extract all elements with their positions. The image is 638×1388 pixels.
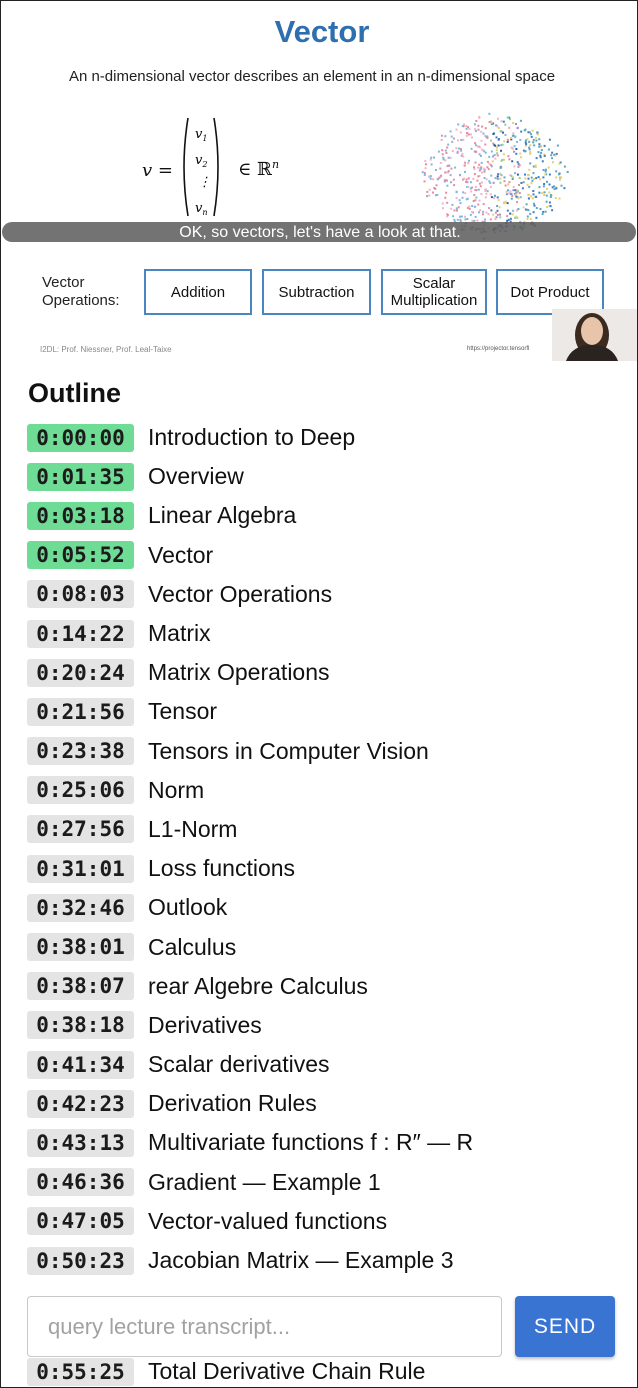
timestamp-button[interactable]: 0:25:06 — [27, 776, 134, 805]
outline-topic: Tensors in Computer Vision — [148, 737, 429, 764]
outline-item[interactable]: 0:03:18 Linear Algebra — [27, 496, 627, 535]
timestamp-button[interactable]: 0:55:25 — [27, 1357, 134, 1386]
formula-lhs: v = — [142, 160, 173, 181]
timestamp-button[interactable]: 0:42:23 — [27, 1089, 134, 1118]
outline-item[interactable]: 0:25:06 Norm — [27, 771, 627, 810]
outline-topic: Tensor — [148, 698, 218, 725]
vector-entry-2: v2 — [195, 153, 207, 169]
outline-topic: Linear Algebra — [148, 502, 297, 529]
timestamp-button[interactable]: 0:31:01 — [27, 854, 134, 883]
transcript-query-input[interactable] — [27, 1296, 502, 1357]
speaker-avatar-icon — [552, 309, 638, 361]
outline-topic: Scalar derivatives — [148, 1051, 330, 1078]
outline-topic: Matrix Operations — [148, 659, 330, 686]
outline-topic: Vector Operations — [148, 580, 333, 607]
lecture-video-player[interactable]: Vector An n-dimensional vector describes… — [2, 0, 638, 362]
outline-topic: Loss functions — [148, 855, 296, 882]
outline-topic: rear Algebre Calculus — [148, 972, 368, 999]
outline-topic: Total Derivative Chain Rule — [148, 1358, 426, 1384]
vector-bracket: v1 v2 ⋮ vn — [183, 117, 219, 217]
outline-topic: Gradient — Example 1 — [148, 1168, 381, 1195]
timestamp-button[interactable]: 0:43:13 — [27, 1128, 134, 1157]
outline-topic: Derivatives — [148, 1011, 262, 1038]
outline-topic: Norm — [148, 776, 205, 803]
vector-entry-ellipsis: ⋮ — [198, 175, 211, 190]
outline-topic: Vector — [148, 541, 214, 568]
slide-subtitle: An n-dimensional vector describes an ele… — [68, 68, 556, 85]
timestamp-button[interactable]: 0:05:52 — [27, 541, 134, 570]
outline-topic: Derivation Rules — [148, 1090, 317, 1117]
timestamp-button[interactable]: 0:41:34 — [27, 1050, 134, 1079]
outline-item[interactable]: 0:47:05 Vector-valued functions — [27, 1202, 627, 1241]
timestamp-button[interactable]: 0:38:01 — [27, 933, 134, 962]
outline-topic: Outlook — [148, 894, 228, 921]
timestamp-button[interactable]: 0:38:18 — [27, 1011, 134, 1040]
timestamp-button[interactable]: 0:01:35 — [27, 462, 134, 491]
vector-entry-n: vn — [195, 201, 208, 217]
formula-rhs: ∈ ℝn — [238, 158, 280, 180]
outline-item[interactable]: 0:14:22 Matrix — [27, 614, 627, 653]
slide-credit: I2DL: Prof. Niessner, Prof. Leal-Taixe — [40, 345, 172, 354]
outline-topic: Matrix — [148, 620, 211, 647]
outline-topic: Introduction to Deep — [148, 424, 356, 451]
vector-entry-1: v1 — [195, 127, 207, 143]
outline-item[interactable]: 0:38:01 Calculus — [27, 927, 627, 966]
outline-item[interactable]: 0:41:34 Scalar derivatives — [27, 1045, 627, 1084]
timestamp-button[interactable]: 0:08:03 — [27, 580, 134, 609]
outline-item[interactable]: 0:38:18 Derivatives — [27, 1006, 627, 1045]
timestamp-button[interactable]: 0:46:36 — [27, 1168, 134, 1197]
outline-item[interactable]: 0:27:56 L1-Norm — [27, 810, 627, 849]
outline-topic: Vector-valued functions — [148, 1207, 388, 1234]
outline-item[interactable]: 0:05:52 Vector — [27, 536, 627, 575]
timestamp-button[interactable]: 0:32:46 — [27, 893, 134, 922]
slide-title: Vector — [274, 14, 370, 49]
outline-item[interactable]: 0:38:07 rear Algebre Calculus — [27, 967, 627, 1006]
query-bar: SEND — [0, 1286, 638, 1358]
caption-text: OK, so vectors, let's have a look at tha… — [179, 224, 461, 241]
outline-item[interactable]: 0:01:35 Overview — [27, 457, 627, 496]
outline-item[interactable]: 0:43:13 Multivariate functions f : R″ — R — [27, 1123, 627, 1162]
outline-topic: Jacobian Matrix — Example 3 — [148, 1247, 454, 1274]
slide-url: https://projector.tensorfl — [467, 346, 530, 352]
operation-subtraction: Subtraction — [262, 269, 371, 315]
timestamp-button[interactable]: 0:27:56 — [27, 815, 134, 844]
outline-item[interactable]: 0:46:36 Gradient — Example 1 — [27, 1163, 627, 1202]
timestamp-button[interactable]: 0:50:23 — [27, 1246, 134, 1275]
timestamp-button[interactable]: 0:20:24 — [27, 658, 134, 687]
outline-topic: Calculus — [148, 933, 237, 960]
outline-item[interactable]: 0:23:38 Tensors in Computer Vision — [27, 732, 627, 771]
outline-item[interactable]: 0:08:03 Vector Operations — [27, 575, 627, 614]
operations-label: Vector Operations: — [42, 274, 120, 309]
timestamp-button[interactable]: 0:38:07 — [27, 972, 134, 1001]
outline-topic: Multivariate functions f : R″ — R — [148, 1129, 474, 1156]
outline-item[interactable]: 0:50:23 Jacobian Matrix — Example 3 — [27, 1241, 627, 1280]
timestamp-button[interactable]: 0:14:22 — [27, 619, 134, 648]
outline-list[interactable]: 0:00:00 Introduction to Deep 0:01:35 Overvi… — [27, 418, 627, 1388]
speaker-webcam-thumbnail — [552, 309, 638, 361]
timestamp-button[interactable]: 0:21:56 — [27, 697, 134, 726]
outline-item[interactable]: 0:55:25 Total Derivative Chain Rule — [27, 1355, 425, 1388]
send-button[interactable]: SEND — [515, 1296, 615, 1357]
operation-scalar-multiplication: Scalar Multiplication — [381, 269, 487, 315]
outline-topic: Overview — [148, 463, 244, 490]
outline-topic: L1-Norm — [148, 815, 238, 842]
outline-item[interactable]: 0:32:46 Outlook — [27, 888, 627, 927]
vector-formula: v = v1 v2 ⋮ vn ∈ ℝn — [142, 112, 302, 220]
outline-item[interactable]: 0:20:24 Matrix Operations — [27, 653, 627, 692]
outline-item[interactable]: 0:21:56 Tensor — [27, 692, 627, 731]
outline-item[interactable]: 0:42:23 Derivation Rules — [27, 1084, 627, 1123]
outline-item[interactable]: 0:00:00 Introduction to Deep — [27, 418, 627, 457]
operation-addition: Addition — [144, 269, 252, 315]
timestamp-button[interactable]: 0:03:18 — [27, 501, 134, 530]
outline-heading: Outline — [28, 378, 121, 408]
outline-item[interactable]: 0:31:01 Loss functions — [27, 849, 627, 888]
timestamp-button[interactable]: 0:00:00 — [27, 423, 134, 452]
timestamp-button[interactable]: 0:47:05 — [27, 1207, 134, 1236]
timestamp-button[interactable]: 0:23:38 — [27, 737, 134, 766]
